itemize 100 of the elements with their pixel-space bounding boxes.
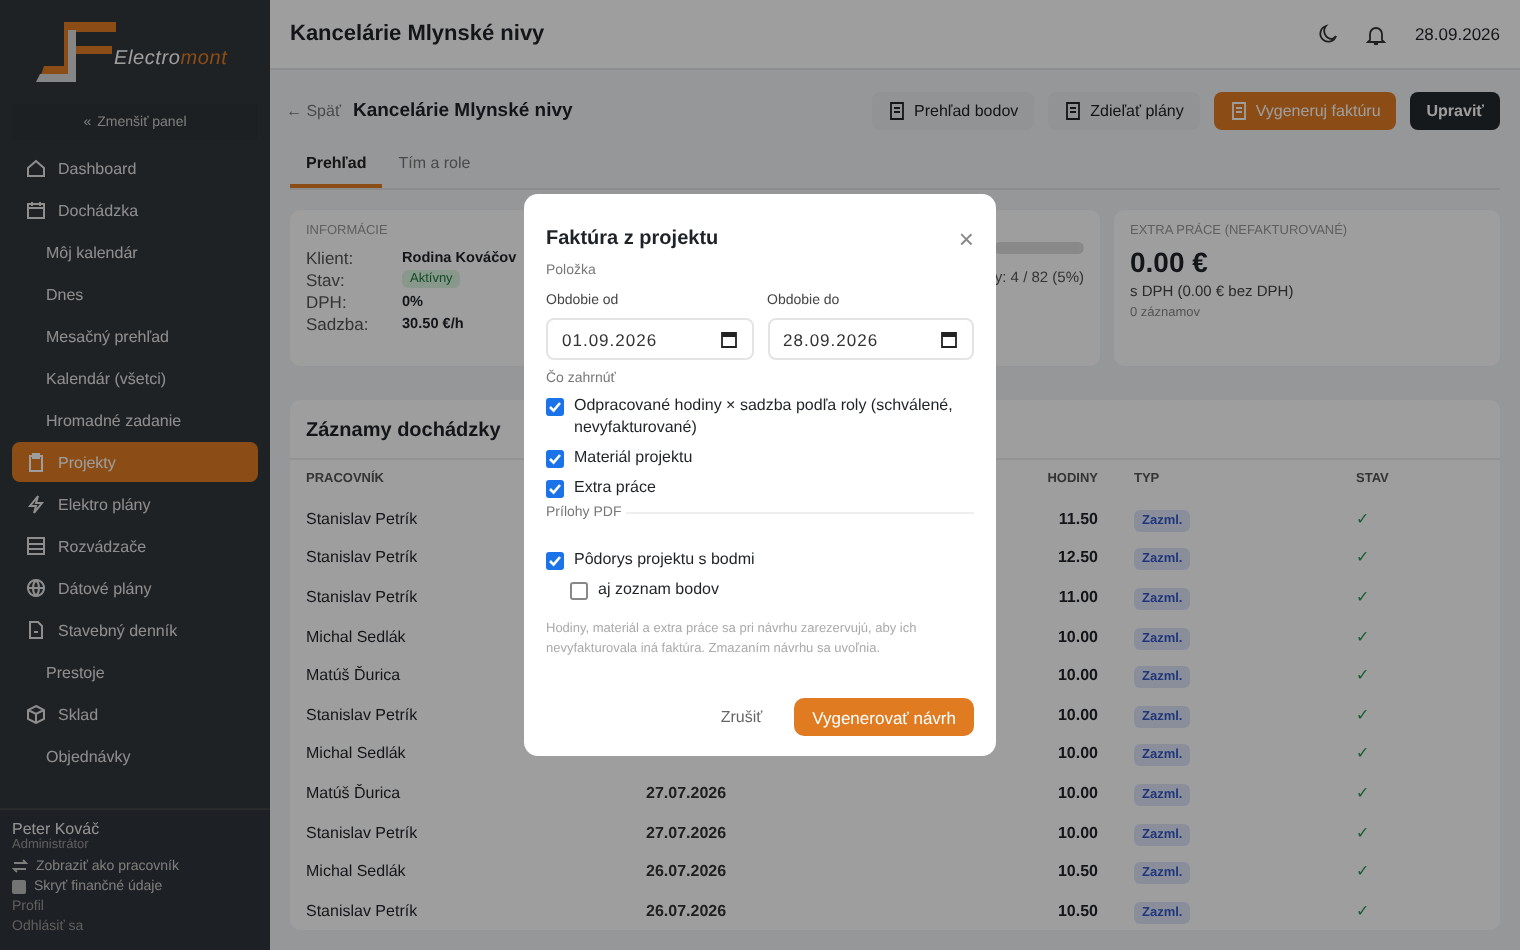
checkmark-icon: [548, 482, 562, 496]
table-cell: Michal Sedlák: [306, 627, 406, 646]
table-cell: Michal Sedlák: [306, 862, 406, 881]
info-label: Stav:: [306, 269, 347, 289]
date-field[interactable]: 28.09.2026: [767, 318, 974, 360]
sidebar-item[interactable]: Prestoje: [12, 652, 258, 692]
home-icon: [26, 158, 46, 178]
sidebar-item[interactable]: Sklad: [12, 694, 258, 734]
table-cell: Stanislav Petrík: [306, 705, 418, 724]
table-cell: 10.00: [1057, 823, 1098, 842]
sidebar-item[interactable]: Dátové plány: [12, 568, 258, 608]
table-cell: Stanislav Petrík: [306, 901, 418, 920]
table-cell: 10.00: [1057, 627, 1098, 646]
status-check: ✓: [1356, 666, 1370, 685]
table-cell: 12.50: [1057, 548, 1098, 567]
sidebar-item[interactable]: Kalendár (všetci): [12, 358, 258, 398]
toolbar-button[interactable]: Prehľad bodov: [872, 92, 1035, 130]
table-cell: 10.50: [1057, 862, 1098, 881]
generate-button[interactable]: Vygenerovať návrh: [794, 698, 974, 736]
table-cell: 10.50: [1057, 901, 1098, 920]
sidebar-item[interactable]: Projekty: [12, 442, 258, 482]
sidebar-item[interactable]: Dashboard: [12, 148, 258, 188]
close-button[interactable]: ×: [958, 226, 974, 252]
status-check: ✓: [1356, 823, 1370, 842]
info-label: Sadzba:: [306, 313, 371, 333]
table-cell: Stanislav Petrík: [306, 509, 418, 528]
table-cell: Matúš Ďurica: [306, 784, 401, 803]
info-label: DPH:: [306, 291, 349, 311]
sidebar-item[interactable]: Objednávky: [12, 736, 258, 776]
cube-icon: [26, 704, 46, 724]
list-icon: [26, 536, 46, 556]
toolbar-button[interactable]: Vygeneruj faktúru: [1213, 92, 1397, 130]
swap-icon: [12, 858, 28, 874]
cancel-button[interactable]: Zrušiť: [708, 706, 775, 728]
table-cell: Stanislav Petrík: [306, 823, 418, 842]
status-check: ✓: [1356, 784, 1370, 803]
sidebar-item[interactable]: Mesačný prehľad: [12, 316, 258, 356]
calendar-icon: [719, 330, 737, 348]
table-cell: Stanislav Petrík: [306, 548, 418, 567]
document-icon: [1064, 102, 1083, 120]
globe-icon: [26, 578, 46, 598]
table-cell: 11.00: [1058, 588, 1098, 607]
back-link[interactable]: ← Späť: [286, 102, 341, 120]
date-field[interactable]: 01.09.2026: [546, 318, 753, 360]
header-title: Kancelárie Mlynské nivy: [290, 22, 545, 46]
cal-icon: [26, 200, 46, 220]
checkmark-icon: [548, 400, 562, 414]
table-cell: Matúš Ďurica: [306, 666, 401, 685]
bolt-icon: [26, 494, 46, 514]
table-cell: 10.00: [1057, 744, 1098, 763]
attachment-checkbox[interactable]: aj zoznam bodov: [546, 578, 974, 600]
moon-icon[interactable]: [1318, 24, 1339, 44]
table-cell: Stanislav Petrík: [306, 588, 418, 607]
notification-bell-icon[interactable]: [1366, 23, 1387, 45]
sidebar-item[interactable]: Rozvádzače: [12, 526, 258, 566]
document-icon: [888, 102, 906, 120]
header-date: 28.09.2026: [1414, 24, 1500, 44]
table-cell: 27.07.2026: [646, 784, 727, 803]
status-check: ✓: [1356, 705, 1370, 724]
calendar-icon: [940, 330, 958, 348]
sidebar-item[interactable]: Dochádzka: [12, 190, 258, 230]
status-check: ✓: [1356, 901, 1370, 920]
table-cell: Michal Sedlák: [306, 744, 406, 763]
progress-track: [994, 242, 1084, 254]
table-cell: 26.07.2026: [646, 862, 727, 881]
status-check: ✓: [1356, 588, 1370, 607]
attachment-checkbox[interactable]: Pôdorys projektu s bodmi: [546, 548, 974, 570]
doc-icon: [26, 620, 46, 640]
table-cell: 10.00: [1057, 705, 1098, 724]
status-check: ✓: [1356, 509, 1370, 528]
amount-text: 0.00 €: [1130, 246, 1210, 278]
sidebar-item[interactable]: Dnes: [12, 274, 258, 314]
checkmark-icon: [548, 452, 562, 466]
info-label: Klient:: [306, 247, 356, 267]
clip-icon: [26, 452, 46, 472]
checkmark-icon: [548, 554, 562, 568]
sidebar-item[interactable]: Stavebný denník: [12, 610, 258, 650]
logo-wordmark: Electromont: [114, 48, 228, 70]
table-cell: 27.07.2026: [646, 823, 727, 842]
toolbar-button[interactable]: Upraviť: [1410, 92, 1500, 130]
status-check: ✓: [1356, 862, 1370, 881]
include-checkbox[interactable]: Odpracované hodiny × sadzba podľa roly (schválené, nevyfakturované): [546, 394, 974, 438]
include-checkbox[interactable]: Extra práce: [546, 476, 974, 498]
status-check: ✓: [1356, 548, 1370, 567]
user-name: Peter Kováč: [12, 820, 102, 838]
sidebar-item[interactable]: Hromadné zadanie: [12, 400, 258, 440]
table-cell: 10.00: [1057, 784, 1098, 803]
document-icon: [1229, 102, 1248, 120]
tab[interactable]: Prehľad: [290, 146, 383, 188]
sidebar-item[interactable]: Elektro plány: [12, 484, 258, 524]
table-cell: 10.00: [1057, 666, 1098, 685]
sidebar-item[interactable]: Môj kalendár: [12, 232, 258, 272]
table-cell: 11.50: [1058, 509, 1098, 528]
status-check: ✓: [1356, 627, 1370, 646]
checkbox-square[interactable]: [12, 880, 26, 894]
dialog-title: Faktúra z projektu: [546, 228, 719, 250]
tab[interactable]: Tím a role: [382, 146, 487, 188]
toolbar-button[interactable]: Zdieľať plány: [1048, 92, 1200, 130]
table-cell: 26.07.2026: [646, 901, 727, 920]
status-check: ✓: [1356, 744, 1370, 763]
